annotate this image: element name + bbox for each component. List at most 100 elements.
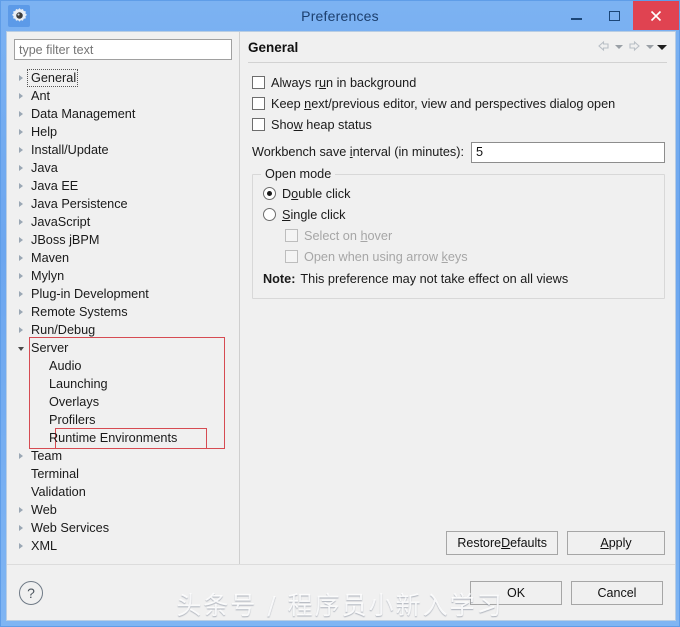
back-arrow-icon[interactable] <box>595 39 612 55</box>
tree-item-runtime-environments[interactable]: Runtime Environments <box>13 429 235 447</box>
chevron-right-icon[interactable] <box>19 255 23 261</box>
tree-item-label: Remote Systems <box>31 305 128 319</box>
tree-item-launching[interactable]: Launching <box>13 375 235 393</box>
tree-item-java-persistence[interactable]: Java Persistence <box>13 195 235 213</box>
chevron-right-icon[interactable] <box>19 183 23 189</box>
tree-item-label: Web Services <box>31 521 110 535</box>
tree-item-general[interactable]: General <box>13 69 235 87</box>
checkbox-always-run-in-background[interactable]: Always run in background <box>252 72 665 93</box>
back-dropdown-caret-icon[interactable] <box>615 45 623 49</box>
restore-defaults-button[interactable]: Restore Defaults <box>446 531 558 555</box>
tree-item-profilers[interactable]: Profilers <box>13 411 235 429</box>
filter-input[interactable] <box>14 39 232 60</box>
tree-item-java[interactable]: Java <box>13 159 235 177</box>
tree-item-team[interactable]: Team <box>13 447 235 465</box>
preference-page-pane: General Always run in background Keep ne… <box>239 32 675 564</box>
tree-item-overlays[interactable]: Overlays <box>13 393 235 411</box>
checkbox-show-heap-status[interactable]: Show heap status <box>252 114 665 135</box>
maximize-button[interactable] <box>595 1 633 30</box>
checkbox-select-on-hover[interactable]: Select on hover <box>263 225 654 246</box>
chevron-right-icon[interactable] <box>19 309 23 315</box>
chevron-right-icon[interactable] <box>19 291 23 297</box>
tree-item-remote-systems[interactable]: Remote Systems <box>13 303 235 321</box>
chevron-down-icon[interactable] <box>18 347 24 351</box>
tree-expander <box>13 93 29 99</box>
maximize-icon <box>608 10 620 21</box>
checkbox-open-arrow-keys-box <box>285 250 298 263</box>
preferences-dialog: General Ant Data Management Help Install/Upd… <box>6 31 676 621</box>
checkbox-label: Show heap status <box>271 117 372 132</box>
chevron-right-icon[interactable] <box>19 129 23 135</box>
chevron-right-icon[interactable] <box>19 273 23 279</box>
tree-item-audio[interactable]: Audio <box>13 357 235 375</box>
help-icon[interactable]: ? <box>19 580 43 605</box>
tree-item-maven[interactable]: Maven <box>13 249 235 267</box>
apply-button[interactable]: Apply <box>567 531 665 555</box>
tree-item-mylyn[interactable]: Mylyn <box>13 267 235 285</box>
tree-expander <box>13 345 29 351</box>
apply-button-bar: Restore Defaults Apply <box>240 531 675 564</box>
chevron-right-icon[interactable] <box>19 507 23 513</box>
tree-item-ant[interactable]: Ant <box>13 87 235 105</box>
tree-item-data-management[interactable]: Data Management <box>13 105 235 123</box>
workbench-save-interval-input[interactable] <box>471 141 665 163</box>
cancel-button[interactable]: Cancel <box>571 580 663 605</box>
preferences-tree[interactable]: General Ant Data Management Help Install/Upd… <box>11 69 235 564</box>
tree-item-plug-in-development[interactable]: Plug-in Development <box>13 285 235 303</box>
tree-expander <box>13 309 29 315</box>
chevron-right-icon[interactable] <box>19 93 23 99</box>
tree-item-label: Web <box>31 503 57 517</box>
checkbox-select-on-hover-label: Select on hover <box>304 228 393 243</box>
dialog-content: General Ant Data Management Help Install/Upd… <box>7 32 675 564</box>
chevron-right-icon[interactable] <box>19 219 23 225</box>
tree-item-jboss-jbpm[interactable]: JBoss jBPM <box>13 231 235 249</box>
tree-item-label: JBoss jBPM <box>31 233 100 247</box>
tree-item-label: Launching <box>49 377 108 391</box>
tree-item-xml[interactable]: XML <box>13 537 235 555</box>
view-menu-caret-icon[interactable] <box>657 44 667 50</box>
forward-dropdown-caret-icon[interactable] <box>646 45 654 49</box>
ok-button[interactable]: OK <box>470 580 562 605</box>
tree-expander <box>13 165 29 171</box>
tree-item-terminal[interactable]: Terminal <box>13 465 235 483</box>
chevron-right-icon[interactable] <box>19 453 23 459</box>
radio-double-click[interactable]: Double click <box>263 183 654 204</box>
tree-item-label: Server <box>31 341 69 355</box>
checkbox-box <box>252 97 265 110</box>
tree-item-label: Overlays <box>49 395 100 409</box>
general-checkbox-list: Always run in background Keep next/previo… <box>252 72 665 135</box>
checkbox-open-arrow-keys[interactable]: Open when using arrow keys <box>263 246 654 267</box>
checkbox-open-arrow-keys-label: Open when using arrow keys <box>304 249 468 264</box>
chevron-right-icon[interactable] <box>19 543 23 549</box>
checkbox-keep-next-previous-editor-view-and-perspectives-dialog-open[interactable]: Keep next/previous editor, view and pers… <box>252 93 665 114</box>
tree-item-server[interactable]: Server <box>13 339 235 357</box>
tree-item-run-debug[interactable]: Run/Debug <box>13 321 235 339</box>
radio-single-click[interactable]: Single click <box>263 204 654 225</box>
chevron-right-icon[interactable] <box>19 165 23 171</box>
forward-arrow-icon[interactable] <box>626 39 643 55</box>
tree-item-web[interactable]: Web <box>13 501 235 519</box>
tree-item-label: Plug-in Development <box>31 287 149 301</box>
tree-item-label: JavaScript <box>31 215 91 229</box>
tree-item-web-services[interactable]: Web Services <box>13 519 235 537</box>
open-mode-note-label: Note: <box>263 271 296 286</box>
chevron-right-icon[interactable] <box>19 237 23 243</box>
general-preferences-body: Always run in background Keep next/previo… <box>240 63 675 531</box>
close-button[interactable] <box>633 1 679 30</box>
chevron-right-icon[interactable] <box>19 201 23 207</box>
chevron-right-icon[interactable] <box>19 327 23 333</box>
tree-expander <box>13 255 29 261</box>
chevron-right-icon[interactable] <box>19 147 23 153</box>
chevron-right-icon[interactable] <box>19 111 23 117</box>
tree-item-javascript[interactable]: JavaScript <box>13 213 235 231</box>
tree-item-install-update[interactable]: Install/Update <box>13 141 235 159</box>
tree-item-label: Mylyn <box>31 269 65 283</box>
tree-item-java-ee[interactable]: Java EE <box>13 177 235 195</box>
chevron-right-icon[interactable] <box>19 75 23 81</box>
tree-item-label: Ant <box>31 89 51 103</box>
minimize-button[interactable] <box>557 1 595 30</box>
chevron-right-icon[interactable] <box>19 525 23 531</box>
tree-item-help[interactable]: Help <box>13 123 235 141</box>
open-mode-note-text: This preference may not take effect on a… <box>300 271 569 286</box>
tree-item-validation[interactable]: Validation <box>13 483 235 501</box>
